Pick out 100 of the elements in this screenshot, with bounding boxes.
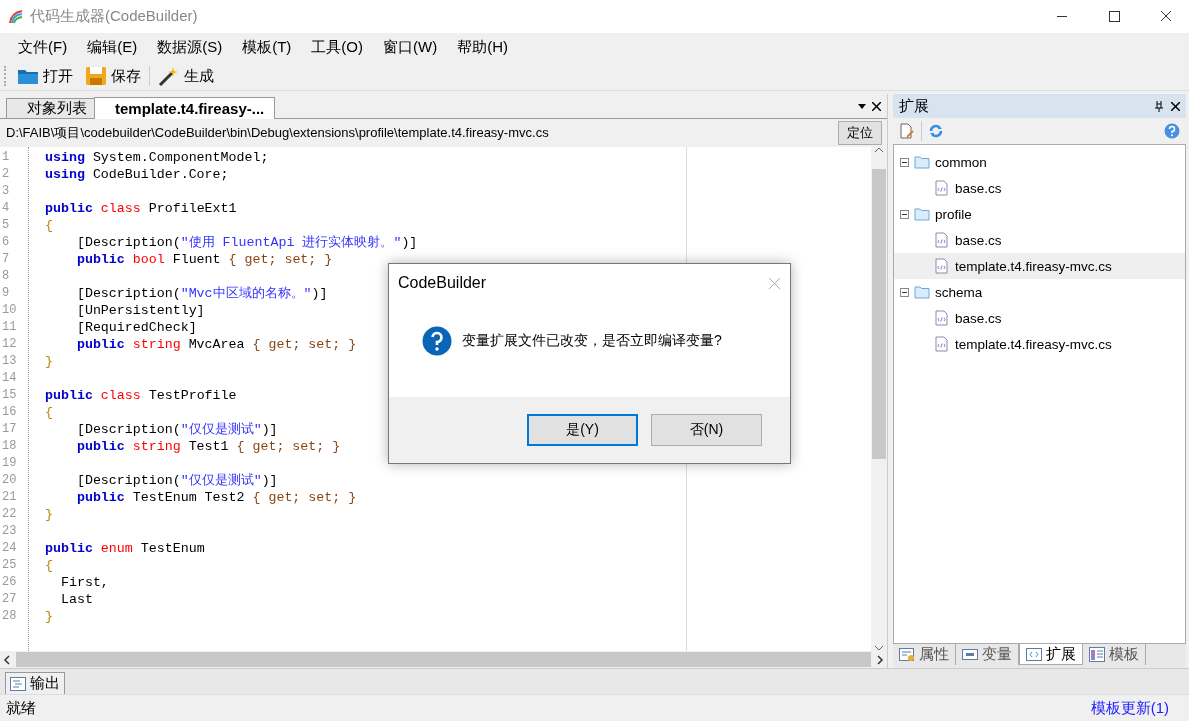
line-number: 22 — [1, 506, 18, 523]
tree-item[interactable]: base.cs — [894, 227, 1185, 253]
panel-tab[interactable]: 属性 — [893, 644, 956, 665]
collapse-icon[interactable] — [900, 287, 909, 297]
line-number: 8 — [1, 268, 11, 285]
folder-icon — [914, 284, 930, 300]
code-line: public class ProfileExt1 — [45, 200, 237, 217]
menu-item[interactable]: 帮助(H) — [447, 38, 518, 57]
scroll-down-icon[interactable] — [874, 645, 884, 651]
menu-item[interactable]: 模板(T) — [232, 38, 302, 57]
menu-item[interactable]: 编辑(E) — [77, 38, 148, 57]
line-number: 23 — [1, 523, 18, 540]
panel-tab[interactable]: 变量 — [956, 644, 1019, 665]
code-line: } — [45, 353, 53, 370]
line-number: 20 — [1, 472, 18, 489]
tree-item[interactable]: base.cs — [894, 175, 1185, 201]
line-number: 2 — [1, 166, 11, 183]
tree-item[interactable]: base.cs — [894, 305, 1185, 331]
file-path: D:\FAIB\项目\codebuilder\CodeBuilder\bin\Debug\extensions\profile\template.t4.fireasy-mvc.cs — [6, 124, 550, 142]
tree-item[interactable]: profile — [894, 201, 1185, 227]
app-logo-icon — [8, 8, 24, 25]
code-line: { — [45, 217, 53, 234]
vertical-scrollbar[interactable] — [871, 147, 887, 651]
code-file-icon — [934, 336, 950, 352]
menu-item[interactable]: 文件(F) — [8, 38, 78, 57]
pin-icon[interactable] — [1155, 100, 1163, 112]
dialog-message: 变量扩展文件已改变，是否立即编译变量? — [462, 331, 722, 350]
new-file-icon[interactable] — [899, 123, 915, 139]
code-line: } — [45, 608, 53, 625]
code-line: [Description("仅仅是测试")] — [75, 421, 278, 438]
menu-item[interactable]: 数据源(S) — [147, 38, 233, 57]
line-number: 12 — [1, 336, 18, 353]
question-icon — [422, 325, 452, 356]
code-line: } — [45, 506, 53, 523]
line-number: 5 — [1, 217, 11, 234]
code-line: public string Test1 { get; set; } — [75, 438, 341, 455]
line-number: 16 — [1, 404, 18, 421]
document-tab[interactable]: template.t4.fireasy-... — [94, 97, 276, 119]
line-number: 9 — [1, 285, 11, 302]
dialog-button[interactable]: 是(Y) — [527, 414, 638, 446]
close-icon[interactable] — [1171, 101, 1180, 111]
variable-icon — [962, 647, 978, 662]
line-number: 4 — [1, 200, 11, 217]
close-icon[interactable] — [872, 101, 881, 111]
line-number: 26 — [1, 574, 18, 591]
open-button[interactable]: 打开 — [13, 64, 77, 88]
menu-item[interactable]: 窗口(W) — [373, 38, 448, 57]
line-number: 6 — [1, 234, 11, 251]
output-icon — [10, 676, 26, 691]
menu-item[interactable]: 工具(O) — [301, 38, 373, 57]
line-number: 3 — [1, 183, 11, 200]
line-number: 13 — [1, 353, 18, 370]
code-line: using CodeBuilder.Core; — [45, 166, 229, 183]
folder-icon — [914, 206, 930, 222]
code-line: { — [45, 404, 53, 421]
line-number: 7 — [1, 251, 11, 268]
dropdown-icon[interactable] — [858, 103, 866, 109]
tree-item[interactable]: template.t4.fireasy-mvc.cs — [894, 331, 1185, 357]
code-icon — [1026, 646, 1042, 662]
tree-item[interactable]: template.t4.fireasy-mvc.cs — [894, 253, 1185, 279]
line-number: 27 — [1, 591, 18, 608]
code-file-icon — [934, 258, 950, 274]
code-line: public enum TestEnum — [45, 540, 205, 557]
locate-button[interactable]: 定位 — [838, 121, 882, 145]
help-icon[interactable] — [1164, 123, 1180, 139]
tree-item[interactable]: common — [894, 149, 1185, 175]
output-tab[interactable]: 输出 — [5, 672, 65, 694]
dialog-button[interactable]: 否(N) — [651, 414, 762, 446]
code-line: public TestEnum Test2 { get; set; } — [75, 489, 357, 506]
code-line: First, — [59, 574, 109, 591]
code-line: [Description("使用 FluentApi 进行实体映射。")] — [75, 234, 418, 251]
scroll-up-icon[interactable] — [874, 147, 884, 153]
line-number: 1 — [1, 149, 11, 166]
line-number: 19 — [1, 455, 18, 472]
line-number: 14 — [1, 370, 18, 387]
status-text: 就绪 — [6, 698, 37, 718]
line-number: 28 — [1, 608, 18, 625]
code-line: Last — [59, 591, 93, 608]
code-file-icon — [934, 180, 950, 196]
folder-icon — [914, 154, 930, 170]
template-update-link[interactable]: 模板更新(1) — [1090, 698, 1169, 718]
collapse-icon[interactable] — [900, 157, 909, 167]
refresh-icon[interactable] — [928, 123, 944, 139]
line-number: 11 — [1, 319, 18, 336]
tree-item[interactable]: schema — [894, 279, 1185, 305]
code-line: [Description("Mvc中区域的名称。")] — [75, 285, 328, 302]
panel-tab[interactable]: 扩展 — [1019, 644, 1083, 665]
code-line: public string MvcArea { get; set; } — [75, 336, 357, 353]
collapse-icon[interactable] — [900, 209, 909, 219]
line-number: 15 — [1, 387, 18, 404]
code-file-icon — [934, 310, 950, 326]
code-line: [UnPersistently] — [75, 302, 205, 319]
dialog-title: CodeBuilder — [398, 274, 487, 292]
save-icon — [85, 66, 107, 86]
panel-tab[interactable]: 模板 — [1083, 644, 1146, 665]
generate-button[interactable]: 生成 — [154, 64, 218, 88]
line-number: 10 — [1, 302, 18, 319]
line-number: 17 — [1, 421, 18, 438]
window-title: 代码生成器(CodeBuilder) — [30, 7, 199, 26]
save-button[interactable]: 保存 — [81, 64, 145, 88]
